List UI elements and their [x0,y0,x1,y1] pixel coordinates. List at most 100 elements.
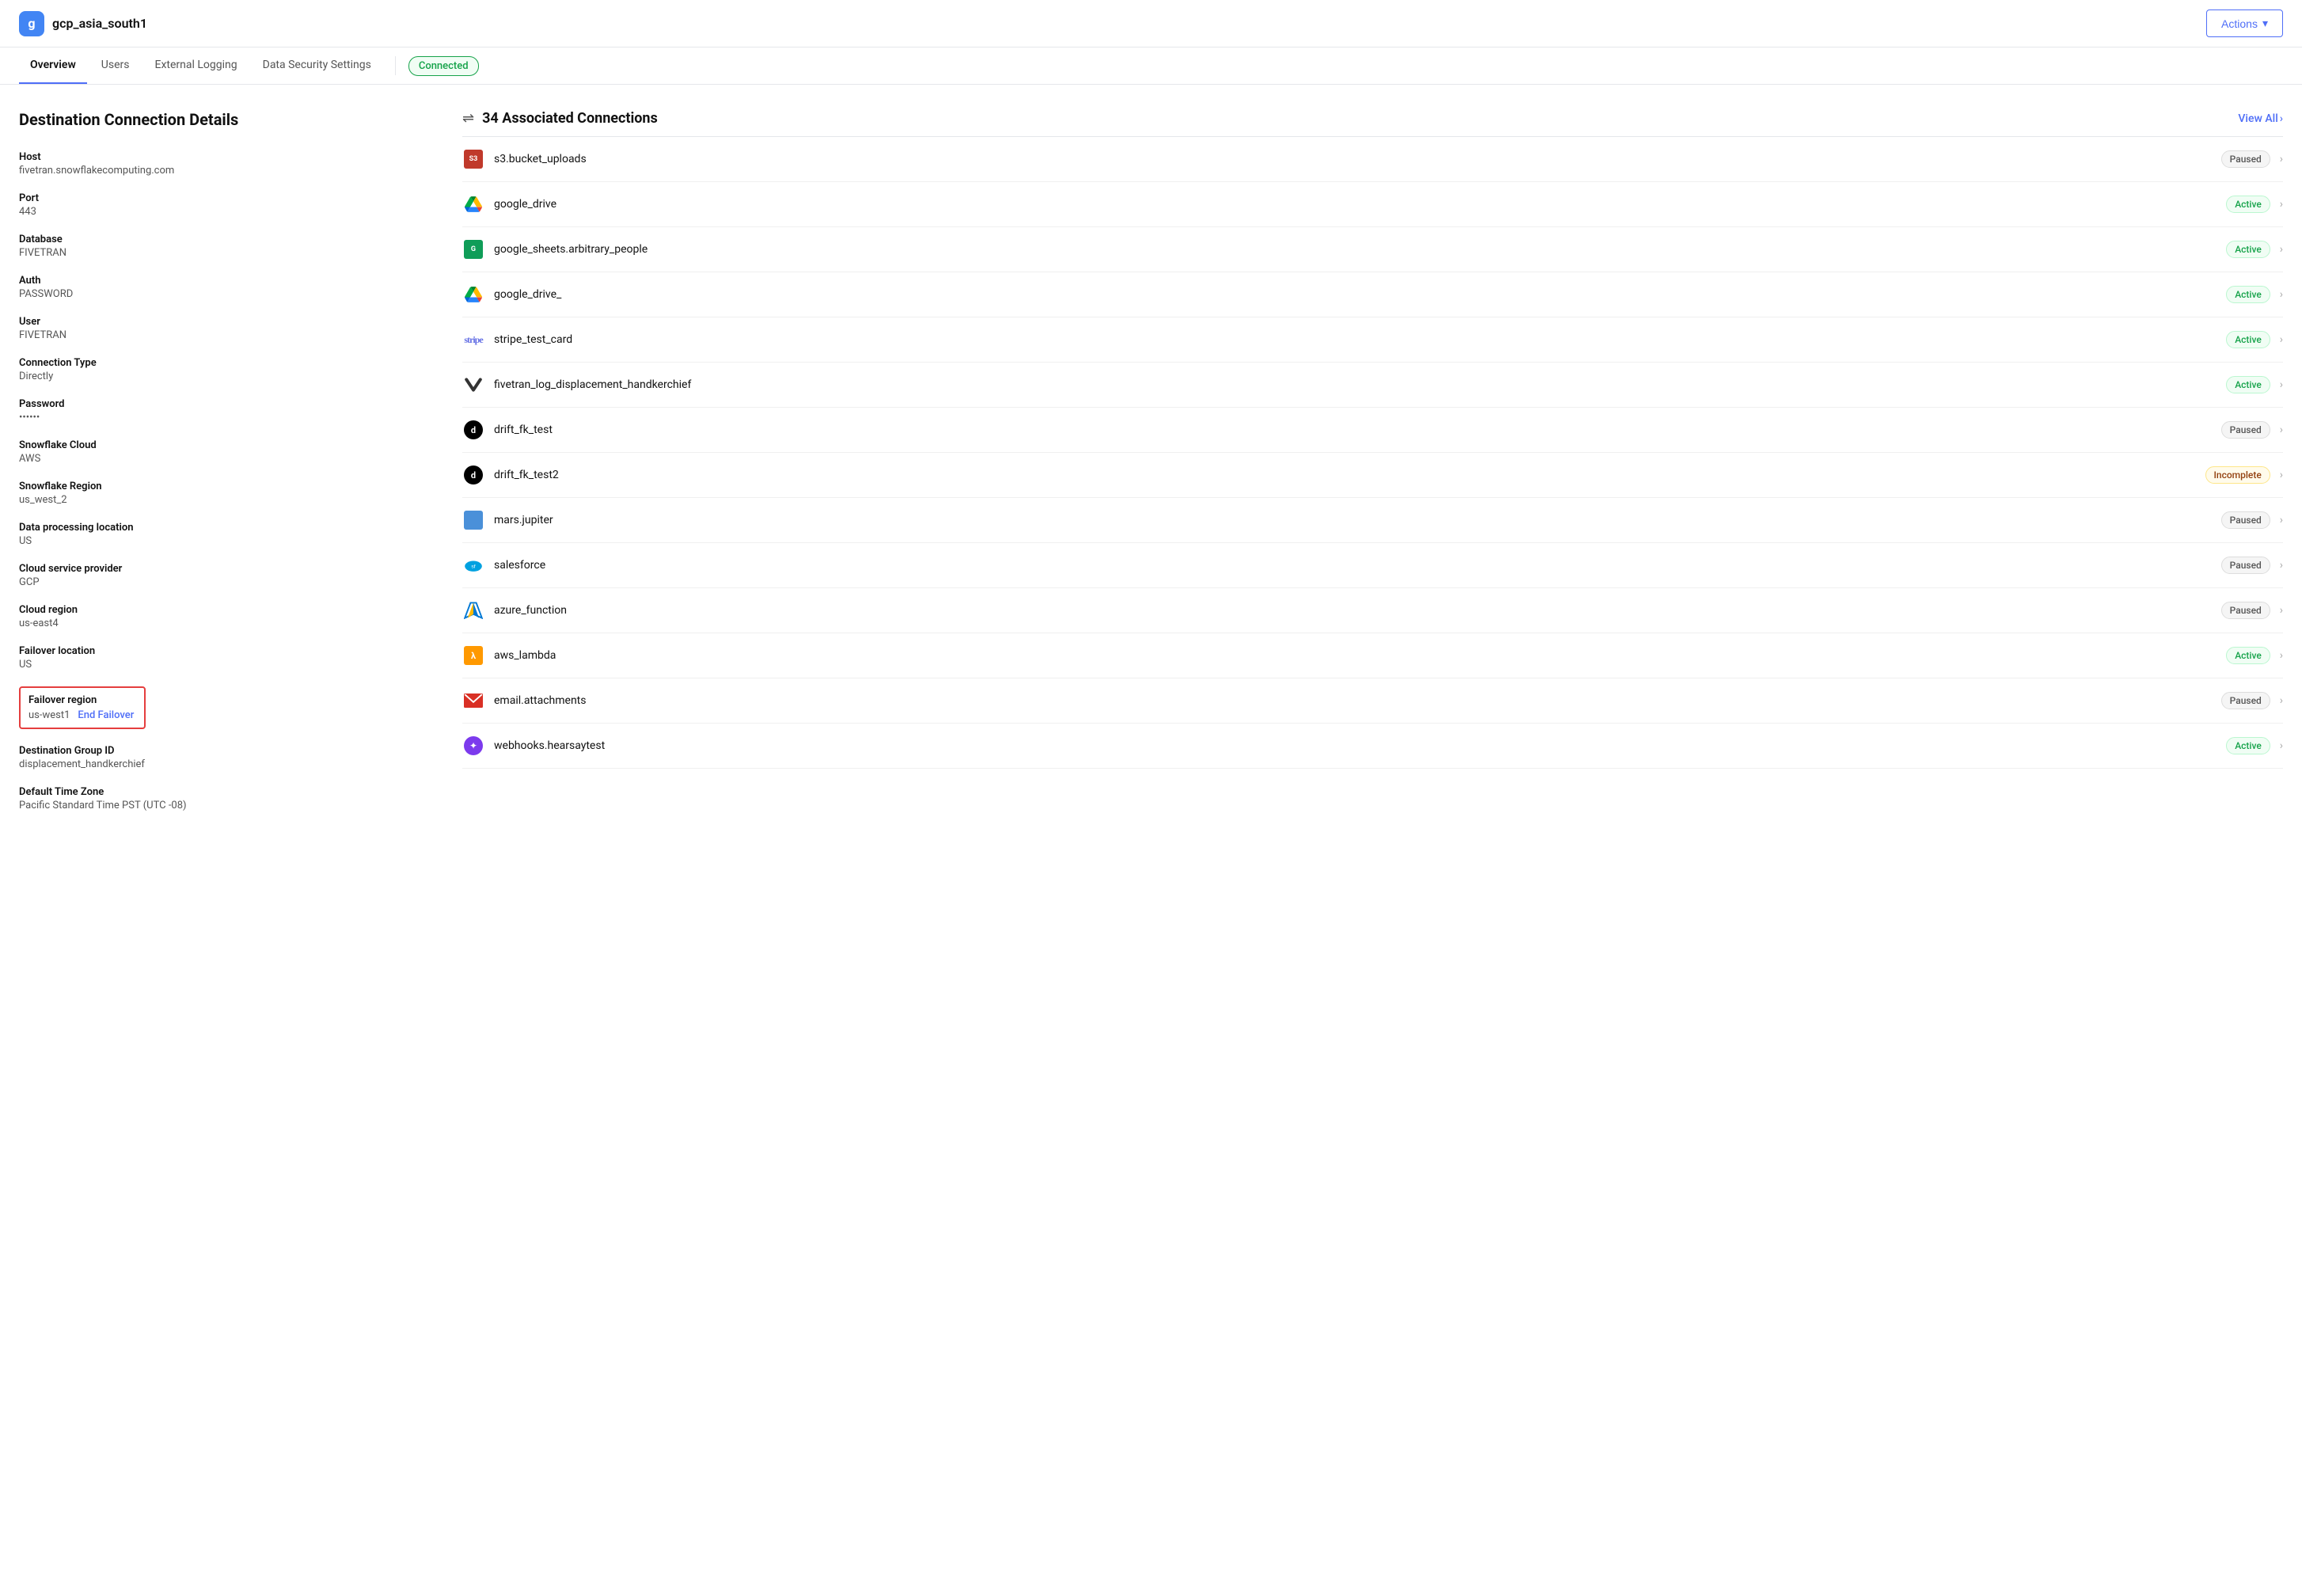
failover-region-value: us-west1 End Failover [28,709,136,721]
assoc-count: 34 [482,110,499,127]
failover-region-box: Failover region us-west1 End Failover [19,686,146,729]
chevron-right-icon: › [2280,469,2283,481]
connection-list: S3 s3.bucket_uploads Paused › google_dri… [462,136,2283,769]
nav-divider [395,56,396,75]
field-value: •••••• [19,412,415,424]
conn-icon-lambda: λ [462,644,484,667]
field-value: us_west_2 [19,494,415,506]
failover-region-text: us-west1 [28,709,70,721]
detail-row: User FIVETRAN [19,316,415,341]
field-label: Port [19,192,415,204]
detail-row: Connection Type Directly [19,357,415,382]
conn-name: google_drive_ [494,288,2226,301]
chevron-right-icon: › [2280,559,2283,572]
detail-row: Destination Group ID displacement_handke… [19,745,415,770]
conn-icon-drift: d [462,464,484,486]
field-value: GCP [19,576,415,588]
conn-status-badge: Active [2226,286,2270,303]
conn-icon-webhook: ✦ [462,735,484,757]
conn-status-badge: Paused [2221,511,2270,529]
field-label: Cloud service provider [19,563,415,575]
field-value: Pacific Standard Time PST (UTC -08) [19,800,415,811]
field-label: Default Time Zone [19,786,415,798]
chevron-right-icon: › [2280,424,2283,436]
connection-item[interactable]: stripe stripe_test_card Active › [462,317,2283,363]
extra-detail-rows: Destination Group ID displacement_handke… [19,745,415,811]
field-label: Snowflake Cloud [19,439,415,451]
field-value: Directly [19,370,415,382]
view-all-label: View All [2238,112,2277,125]
field-value: PASSWORD [19,288,415,300]
conn-name: webhooks.hearsaytest [494,739,2226,752]
field-label: Connection Type [19,357,415,369]
chevron-right-icon: › [2280,112,2283,125]
connection-item[interactable]: google_drive Active › [462,182,2283,227]
chevron-right-icon: › [2280,333,2283,346]
connection-item[interactable]: google_drive_ Active › [462,272,2283,317]
conn-name: drift_fk_test2 [494,469,2205,481]
field-value: FIVETRAN [19,329,415,341]
detail-row: Cloud service provider GCP [19,563,415,588]
left-panel: Destination Connection Details Host five… [19,110,415,827]
field-label: Database [19,234,415,245]
field-label: Password [19,398,415,410]
connection-item[interactable]: S3 s3.bucket_uploads Paused › [462,137,2283,182]
connection-item[interactable]: ✦ webhooks.hearsaytest Active › [462,724,2283,769]
connection-item[interactable]: G google_sheets.arbitrary_people Active … [462,227,2283,272]
chevron-right-icon: › [2280,198,2283,211]
conn-status-badge: Active [2226,331,2270,348]
conn-icon-drift: d [462,419,484,441]
conn-name: google_sheets.arbitrary_people [494,243,2226,256]
connection-item[interactable]: λ aws_lambda Active › [462,633,2283,678]
view-all-link[interactable]: View All › [2238,112,2283,125]
conn-status-badge: Paused [2221,557,2270,574]
actions-button[interactable]: Actions ▾ [2206,10,2283,37]
header: g gcp_asia_south1 Actions ▾ [0,0,2302,48]
associations-title-group: ⇌ 34 Associated Connections [462,110,658,127]
chevron-right-icon: › [2280,514,2283,526]
conn-status-badge: Paused [2221,150,2270,168]
detail-row: Default Time Zone Pacific Standard Time … [19,786,415,811]
conn-name: email.attachments [494,694,2221,707]
connection-item[interactable]: fivetran_log_displacement_handkerchief A… [462,363,2283,408]
detail-row: Cloud region us-east4 [19,604,415,629]
tab-users[interactable]: Users [90,48,141,84]
main-content: Destination Connection Details Host five… [0,85,2302,853]
chevron-right-icon: › [2280,694,2283,707]
field-value: FIVETRAN [19,247,415,259]
detail-row: Auth PASSWORD [19,275,415,300]
connection-item[interactable]: mars.jupiter Paused › [462,498,2283,543]
conn-status-badge: Active [2226,376,2270,393]
right-panel: ⇌ 34 Associated Connections View All › S… [462,110,2283,827]
conn-icon-fivetran [462,374,484,396]
conn-status-badge: Paused [2221,692,2270,709]
connection-item[interactable]: email.attachments Paused › [462,678,2283,724]
failover-region-label: Failover region [28,694,136,706]
chevron-right-icon: › [2280,288,2283,301]
connection-item[interactable]: d drift_fk_test2 Incomplete › [462,453,2283,498]
tab-external-logging[interactable]: External Logging [144,48,249,84]
connection-item[interactable]: d drift_fk_test Paused › [462,408,2283,453]
tab-data-security[interactable]: Data Security Settings [252,48,382,84]
field-label: Destination Group ID [19,745,415,757]
connection-item[interactable]: azure_function Paused › [462,588,2283,633]
connections-icon: ⇌ [462,110,474,127]
detail-rows: Host fivetran.snowflakecomputing.com Por… [19,151,415,671]
chevron-right-icon: › [2280,649,2283,662]
detail-row: Snowflake Region us_west_2 [19,481,415,506]
conn-name: salesforce [494,559,2221,572]
conn-name: s3.bucket_uploads [494,153,2221,165]
conn-icon-s3: S3 [462,148,484,170]
conn-icon-email [462,690,484,712]
conn-name: drift_fk_test [494,424,2221,436]
connection-item[interactable]: sf salesforce Paused › [462,543,2283,588]
chevron-right-icon: › [2280,153,2283,165]
conn-icon-salesforce: sf [462,554,484,576]
tab-overview[interactable]: Overview [19,48,87,84]
detail-row: Failover location US [19,645,415,671]
chevron-right-icon: › [2280,378,2283,391]
conn-name: stripe_test_card [494,333,2226,346]
conn-icon-stripe: stripe [462,329,484,351]
field-label: Failover location [19,645,415,657]
end-failover-link[interactable]: End Failover [78,709,134,721]
